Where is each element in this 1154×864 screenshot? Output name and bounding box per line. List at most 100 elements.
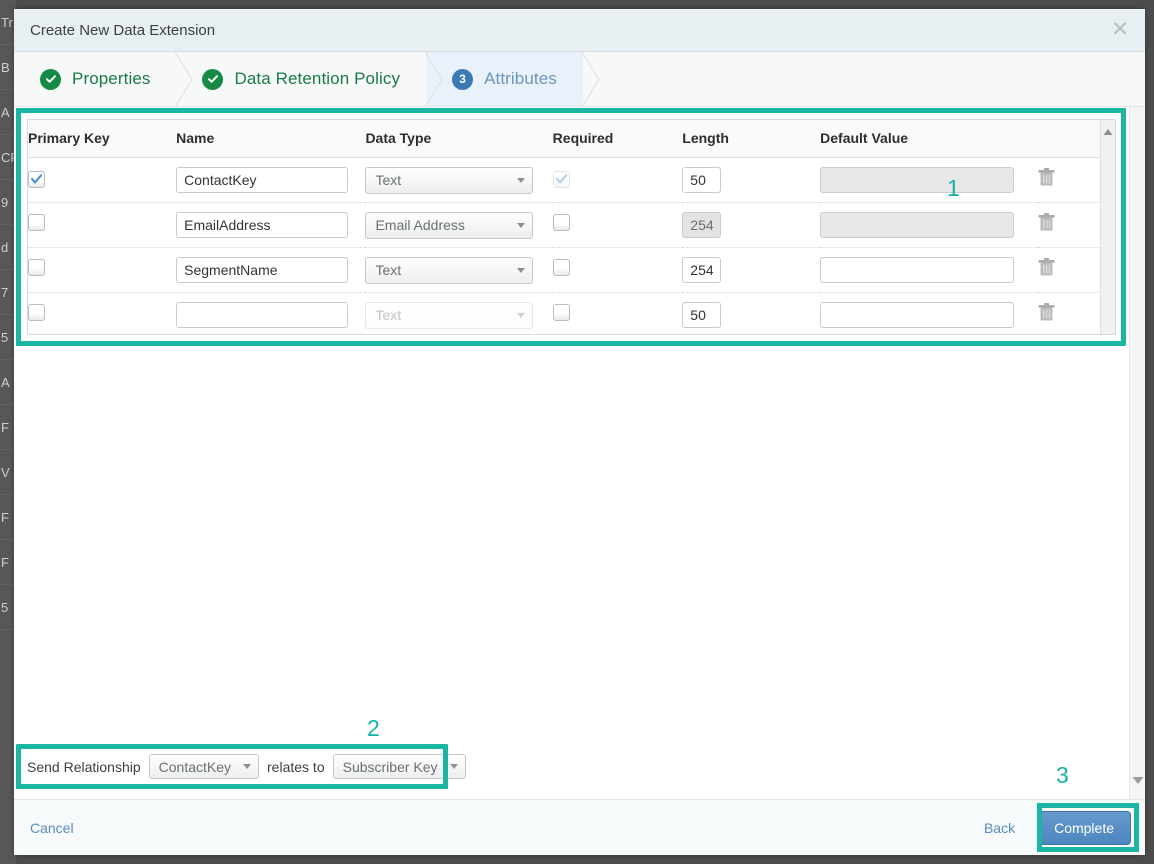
primary-key-checkbox[interactable] bbox=[28, 214, 45, 231]
cell-delete bbox=[1038, 293, 1100, 335]
primary-key-checkbox[interactable] bbox=[28, 304, 45, 322]
column-header-actions bbox=[1038, 120, 1100, 158]
cell-data-type: Text bbox=[365, 247, 553, 293]
modal-body-vertical-scrollbar[interactable] bbox=[1129, 107, 1145, 799]
step-label: Properties bbox=[72, 69, 151, 88]
cell-delete bbox=[1038, 247, 1100, 293]
attributes-table-body: Text Email Address Text Text bbox=[28, 157, 1100, 335]
cell-delete bbox=[1038, 202, 1100, 248]
modal-footer: Cancel Back Complete bbox=[14, 799, 1145, 855]
cell-length bbox=[682, 293, 820, 335]
modal-title-bar: Create New Data Extension ✕ bbox=[14, 9, 1145, 52]
data-type-select[interactable]: Email Address bbox=[365, 211, 534, 239]
wizard-steps: Properties Data Retention Policy 3 Attribut… bbox=[14, 52, 1145, 107]
cell-data-type: Text bbox=[365, 293, 552, 335]
data-type-value: Text bbox=[375, 172, 402, 188]
send-relationship-label: Send Relationship bbox=[27, 758, 141, 775]
data-type-value: Email Address bbox=[375, 217, 465, 233]
column-header-name: Name bbox=[176, 120, 366, 158]
tab-data-retention-policy[interactable]: Data Retention Policy bbox=[176, 52, 443, 107]
cancel-button[interactable]: Cancel bbox=[30, 820, 74, 836]
attributes-table-head: Primary Key Name Data Type Required Leng… bbox=[28, 120, 1100, 158]
cell-default-value bbox=[820, 293, 1038, 335]
chevron-down-icon bbox=[243, 764, 252, 769]
required-checkbox bbox=[552, 170, 570, 188]
send-relationship-target-value: Subscriber Key bbox=[342, 758, 438, 775]
table-row: Text bbox=[28, 293, 1100, 335]
attributes-scroll-area: Primary Key Name Data Type Required Leng… bbox=[28, 120, 1100, 334]
complete-button[interactable]: Complete bbox=[1037, 810, 1131, 845]
chevron-down-icon bbox=[517, 177, 526, 183]
chevron-down-icon bbox=[449, 764, 458, 769]
send-relationship-target-select[interactable]: Subscriber Key bbox=[332, 754, 466, 779]
required-checkbox[interactable] bbox=[552, 214, 570, 231]
cell-primary-key bbox=[28, 157, 177, 203]
scroll-up-arrow-icon[interactable] bbox=[1103, 123, 1113, 141]
data-type-value: Text bbox=[375, 307, 402, 324]
column-header-length: Length bbox=[682, 120, 821, 158]
create-data-extension-modal: Create New Data Extension ✕ Properties Da… bbox=[14, 9, 1145, 855]
close-icon[interactable]: ✕ bbox=[1107, 17, 1133, 43]
length-input bbox=[682, 212, 722, 238]
name-input[interactable] bbox=[176, 302, 349, 329]
tab-properties[interactable]: Properties bbox=[14, 52, 194, 107]
page-title: Create New Data Extension bbox=[30, 21, 216, 39]
default-value-input bbox=[820, 167, 1015, 193]
scroll-down-arrow-icon[interactable] bbox=[1132, 771, 1143, 789]
cell-default-value bbox=[820, 157, 1039, 203]
data-type-select: Text bbox=[365, 301, 534, 329]
length-input[interactable] bbox=[682, 302, 722, 329]
default-value-input[interactable] bbox=[820, 302, 1015, 329]
primary-key-checkbox[interactable] bbox=[28, 170, 45, 188]
send-relationship-field-select[interactable]: ContactKey bbox=[148, 754, 260, 779]
check-circle-icon bbox=[202, 68, 224, 90]
data-type-select[interactable]: Text bbox=[365, 166, 534, 194]
step-label: Data Retention Policy bbox=[234, 69, 401, 88]
trash-icon[interactable] bbox=[1038, 168, 1055, 187]
required-checkbox[interactable] bbox=[552, 304, 570, 322]
cell-required bbox=[552, 202, 683, 248]
column-header-default-value: Default Value bbox=[820, 120, 1039, 158]
data-type-select[interactable]: Text bbox=[365, 256, 534, 284]
table-row: Text bbox=[28, 157, 1100, 203]
table-row: Text bbox=[28, 247, 1100, 293]
step-number-badge: 3 bbox=[452, 68, 474, 90]
check-circle-icon bbox=[40, 68, 61, 90]
trash-icon[interactable] bbox=[1038, 213, 1055, 232]
trash-icon[interactable] bbox=[1038, 258, 1055, 277]
column-header-required: Required bbox=[552, 120, 683, 158]
footer-actions: Back Complete bbox=[984, 810, 1131, 845]
attributes-vertical-scrollbar[interactable] bbox=[1100, 120, 1115, 334]
cell-primary-key bbox=[28, 202, 177, 248]
chevron-down-icon bbox=[517, 267, 526, 273]
cell-primary-key bbox=[28, 293, 176, 335]
cell-name bbox=[176, 157, 366, 203]
column-header-data-type: Data Type bbox=[365, 120, 553, 158]
name-input[interactable] bbox=[176, 167, 349, 193]
step-label: Attributes bbox=[484, 69, 557, 88]
cell-required bbox=[552, 157, 683, 203]
send-relationship-row: Send Relationship ContactKey relates to … bbox=[27, 754, 466, 779]
cell-length bbox=[682, 202, 821, 248]
cell-name bbox=[176, 293, 365, 335]
data-type-value: Text bbox=[375, 262, 402, 278]
trash-icon[interactable] bbox=[1038, 303, 1055, 322]
default-value-input[interactable] bbox=[820, 257, 1015, 283]
cell-default-value bbox=[820, 247, 1039, 293]
required-checkbox[interactable] bbox=[552, 259, 570, 276]
annotation-number-1: 1 bbox=[947, 175, 960, 201]
length-input[interactable] bbox=[682, 257, 722, 283]
length-input[interactable] bbox=[682, 167, 722, 193]
back-button[interactable]: Back bbox=[984, 820, 1015, 836]
attributes-table: Primary Key Name Data Type Required Leng… bbox=[28, 120, 1100, 334]
step-separator-icon bbox=[581, 52, 600, 107]
primary-key-checkbox[interactable] bbox=[28, 259, 45, 276]
cell-delete bbox=[1038, 157, 1100, 203]
cell-default-value bbox=[820, 202, 1039, 248]
name-input[interactable] bbox=[176, 212, 349, 238]
modal-body: Primary Key Name Data Type Required Leng… bbox=[14, 107, 1145, 799]
name-input[interactable] bbox=[176, 257, 349, 283]
tab-attributes[interactable]: 3 Attributes bbox=[426, 52, 600, 107]
cell-data-type: Email Address bbox=[365, 202, 553, 248]
annotation-number-2: 2 bbox=[367, 715, 380, 741]
